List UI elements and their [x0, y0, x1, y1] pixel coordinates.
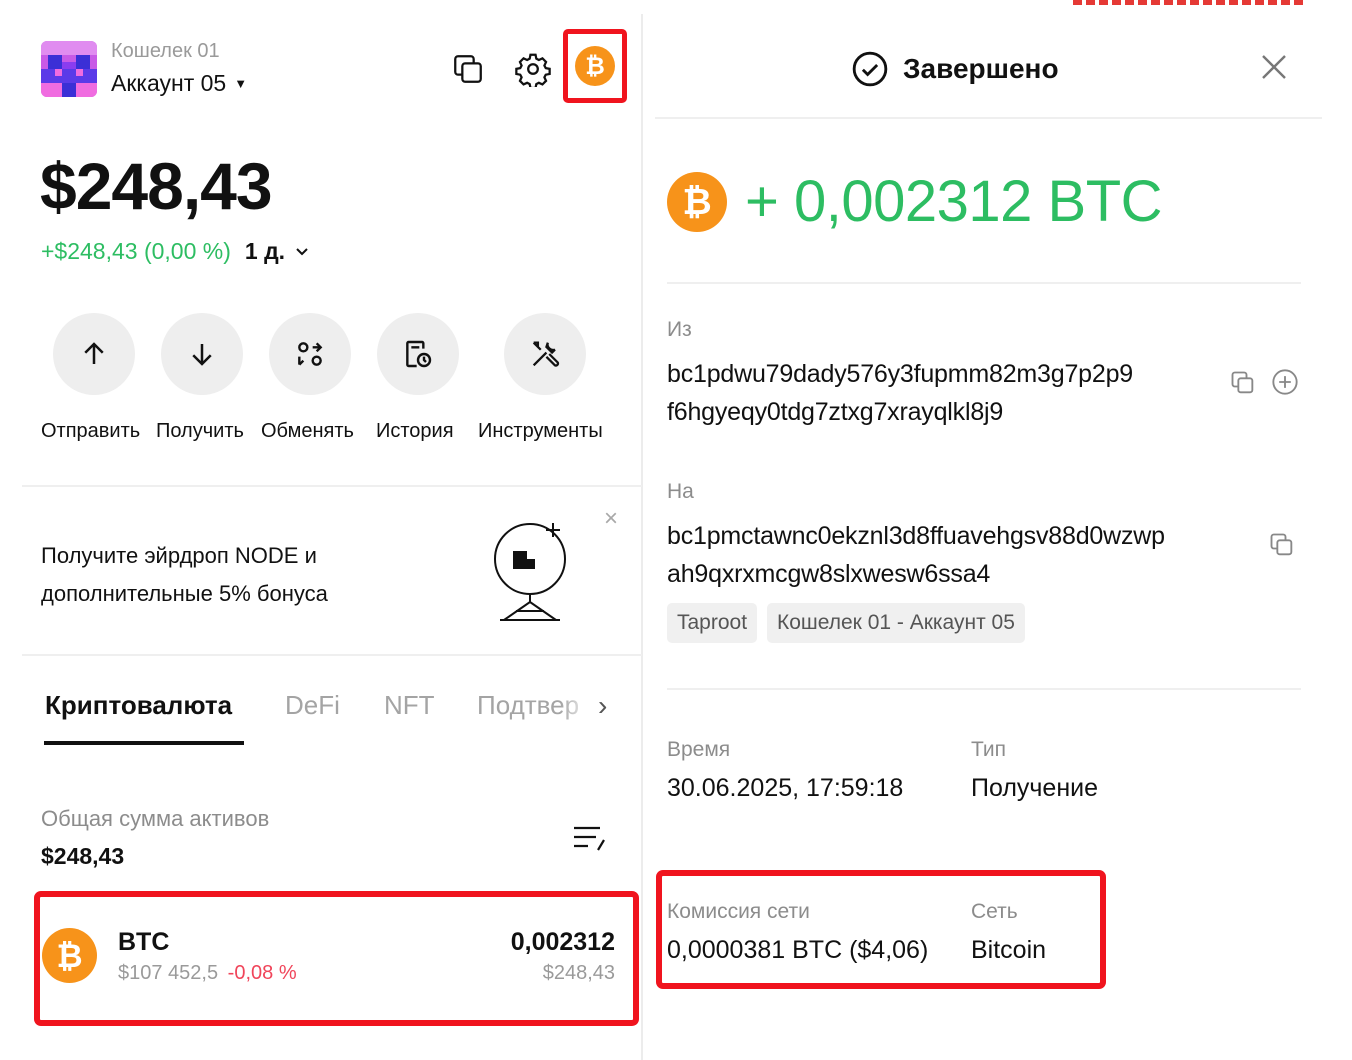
- tab-defi[interactable]: DeFi: [285, 690, 340, 721]
- asset-amount: 0,002312: [510, 928, 615, 956]
- from-address-line1: bc1pdwu79dady576y3fupmm82m3g7p2p9: [667, 360, 1133, 388]
- chevron-right-icon[interactable]: ›: [598, 690, 607, 722]
- copy-icon[interactable]: [1268, 531, 1296, 559]
- receive-button[interactable]: [161, 313, 243, 395]
- asset-fiat: $248,43: [542, 962, 615, 984]
- divider: [22, 485, 642, 487]
- divider: [22, 654, 642, 656]
- amount-row: ₿ + 0,002312 BTC: [667, 168, 1163, 235]
- send-label: Отправить: [41, 420, 141, 442]
- add-contact-icon[interactable]: [1271, 368, 1299, 396]
- fee-label: Комиссия сети: [667, 900, 810, 923]
- to-label: На: [667, 480, 694, 503]
- arrow-up-icon: [84, 342, 104, 364]
- tab-fade: [560, 680, 600, 730]
- asset-price: $107 452,5: [118, 962, 219, 984]
- account-selector[interactable]: Аккаунт 05 ▼: [111, 70, 247, 97]
- transaction-amount: + 0,002312 BTC: [745, 169, 1163, 234]
- panel-divider: [641, 14, 643, 1060]
- from-address[interactable]: bc1pdwu79dady576y3fupmm82m3g7p2p9 f6hgye…: [667, 355, 1133, 431]
- promo-illustration: [490, 520, 574, 626]
- status-header: Завершено: [851, 50, 1059, 88]
- period-selector[interactable]: 1 д.: [245, 238, 309, 265]
- top-edge-decoration: [1073, 0, 1305, 5]
- divider: [667, 282, 1301, 284]
- history-label: История: [376, 420, 454, 442]
- bitcoin-icon: ₿: [575, 46, 615, 86]
- asset-name: BTC: [118, 928, 170, 956]
- divider: [655, 117, 1322, 119]
- tab-crypto[interactable]: Криптовалюта: [45, 690, 232, 721]
- type-value: Получение: [971, 774, 1099, 802]
- gear-icon[interactable]: [511, 47, 555, 91]
- history-icon: [406, 340, 432, 368]
- tools-icon: [532, 341, 560, 367]
- assets-total-label: Общая сумма активов: [41, 806, 270, 831]
- from-address-line2: f6hgyeqy0tdg7ztxg7xrayqlkl8j9: [667, 398, 1004, 426]
- bitcoin-icon: ₿: [667, 171, 727, 232]
- chevron-down-icon: [296, 247, 308, 255]
- copy-icon[interactable]: [446, 47, 490, 91]
- status-text: Завершено: [903, 53, 1059, 84]
- copy-icon[interactable]: [1229, 369, 1257, 397]
- close-icon[interactable]: ×: [604, 505, 618, 533]
- caret-down-icon: ▼: [234, 76, 248, 91]
- time-label: Время: [667, 738, 731, 761]
- avatar[interactable]: [41, 41, 97, 97]
- promo-text[interactable]: Получите эйрдроп NODE и дополнительные 5…: [41, 537, 401, 613]
- asset-row-btc[interactable]: [34, 891, 639, 1026]
- network-label: Сеть: [971, 900, 1018, 923]
- network-value: Bitcoin: [971, 936, 1047, 964]
- send-button[interactable]: [53, 313, 135, 395]
- wallet-account-badge: Кошелек 01 - Аккаунт 05: [767, 603, 1025, 643]
- close-icon[interactable]: [1260, 48, 1288, 88]
- balance-change: +$248,43 (0,00 %): [41, 238, 231, 264]
- fee-value: 0,0000381 BTC ($4,06): [667, 936, 929, 964]
- to-address[interactable]: bc1pmctawnc0ekznl3d8ffuavehgsv88d0wzwp a…: [667, 517, 1165, 593]
- fee-highlight-box: [656, 870, 1106, 989]
- swap-button[interactable]: [269, 313, 351, 395]
- wallet-name: Кошелек 01: [111, 40, 220, 62]
- total-balance: $248,43: [40, 149, 273, 223]
- tab-nft[interactable]: NFT: [384, 690, 435, 721]
- to-address-line2: ah9qxrxmcgw8slxwesw6ssa4: [667, 560, 991, 588]
- arrow-down-icon: [192, 344, 212, 366]
- asset-price-row: $107 452,5 -0,08 %: [118, 962, 297, 985]
- period-label: 1 д.: [244, 238, 286, 264]
- type-label: Тип: [971, 738, 1007, 761]
- balance-change-row: +$248,43 (0,00 %) 1 д.: [41, 238, 309, 265]
- check-circle-icon: [852, 51, 888, 87]
- bitcoin-icon: ₿: [42, 928, 97, 983]
- address-type-badge: Taproot: [667, 603, 758, 643]
- assets-total-value: $248,43: [41, 843, 125, 869]
- swap-label: Обменять: [261, 420, 354, 442]
- tools-button[interactable]: [504, 313, 586, 395]
- time-value: 30.06.2025, 17:59:18: [667, 774, 904, 802]
- to-address-line1: bc1pmctawnc0ekznl3d8ffuavehgsv88d0wzwp: [667, 522, 1165, 550]
- receive-label: Получить: [156, 420, 244, 442]
- active-tab-indicator: [44, 741, 244, 745]
- asset-change: -0,08 %: [227, 962, 297, 984]
- tools-label: Инструменты: [478, 420, 603, 442]
- account-name: Аккаунт 05: [111, 70, 227, 96]
- bitcoin-network-button[interactable]: ₿: [563, 29, 627, 103]
- from-label: Из: [667, 318, 692, 341]
- sort-icon[interactable]: [568, 822, 608, 861]
- swap-icon: [298, 342, 323, 366]
- divider: [667, 688, 1301, 690]
- history-button[interactable]: [377, 313, 459, 395]
